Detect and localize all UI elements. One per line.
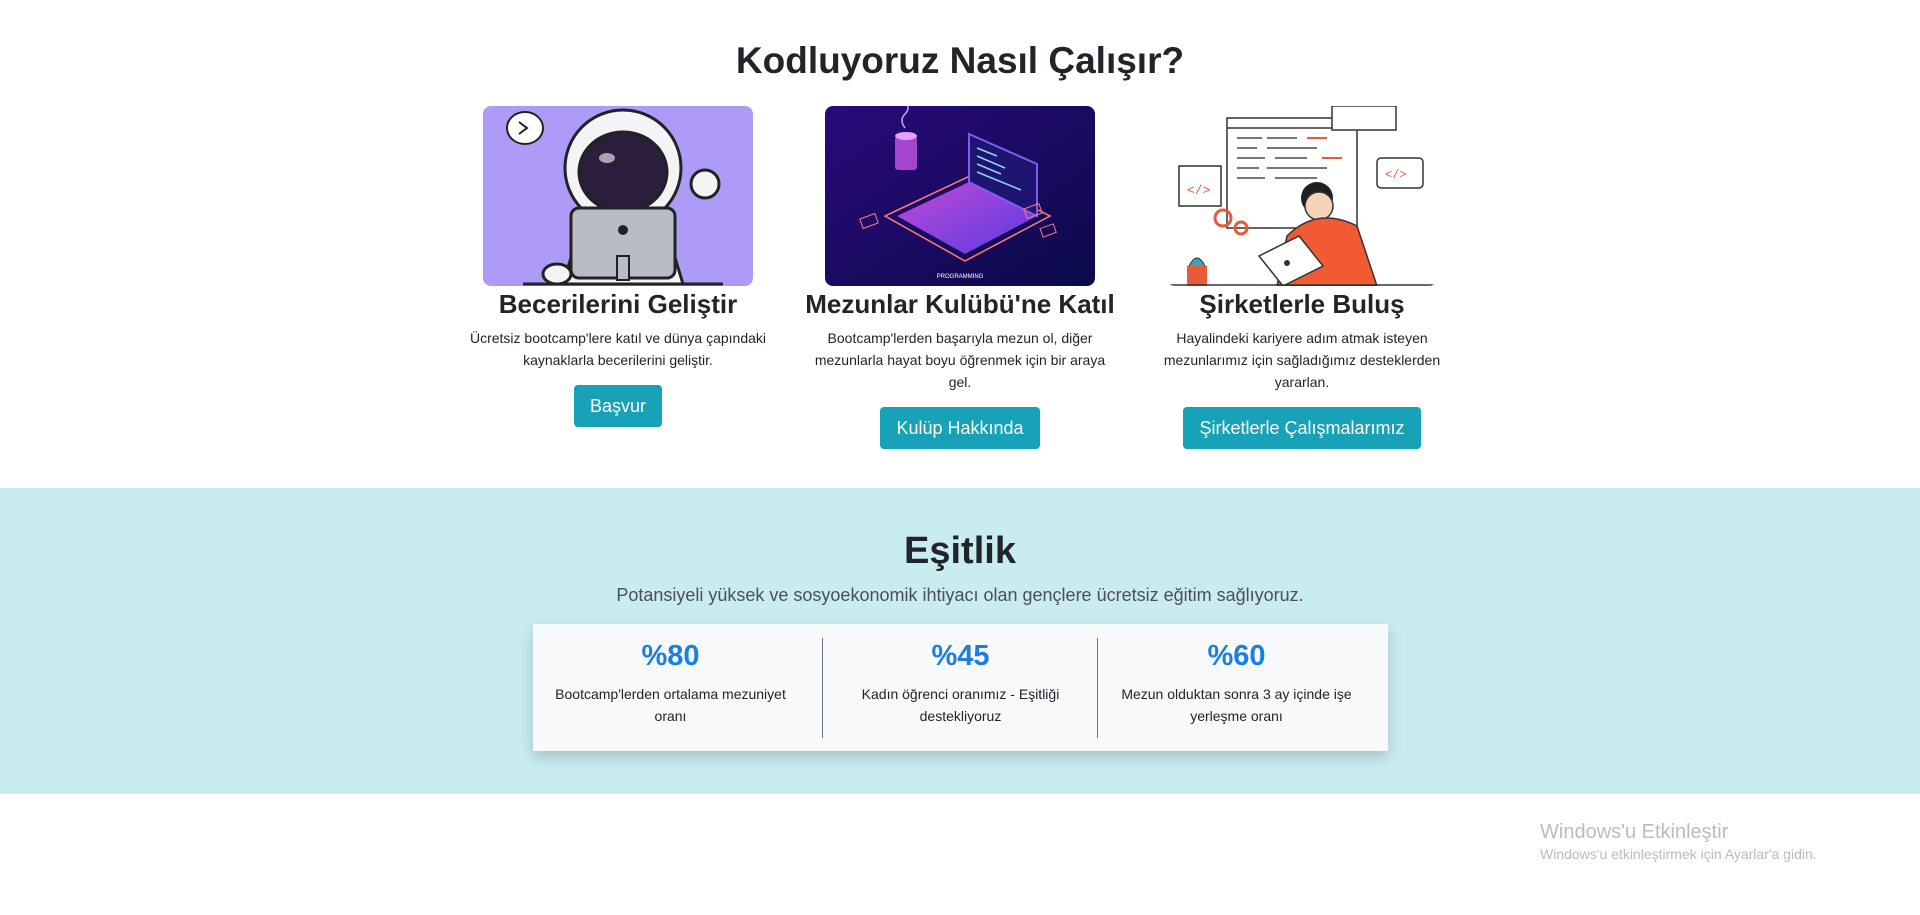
card-skills: Becerilerini Geliştir Ücretsiz bootcamp'…: [463, 106, 773, 427]
card-text: Ücretsiz bootcamp'lere katıl ve dünya ça…: [469, 330, 767, 368]
svg-text:</>: </>: [1385, 168, 1407, 182]
stat-employment: %60 Mezun olduktan sonra 3 ay içinde işe…: [1099, 624, 1374, 751]
stats-panel: %80 Bootcamp'lerden ortalama mezuniyet o…: [533, 624, 1388, 751]
card-title: Şirketlerle Buluş: [1199, 289, 1405, 319]
how-it-works-section: Kodluyoruz Nasıl Çalışır? Becerilerini G…: [0, 0, 1920, 488]
astronaut-illustration: [483, 106, 753, 286]
section-title: Kodluyoruz Nasıl Çalışır?: [735, 40, 1185, 81]
card-text: Bootcamp'lerden başarıyla mezun ol, diğe…: [814, 330, 1106, 390]
svg-text:</>: </>: [1187, 183, 1211, 198]
stat-label: Bootcamp'lerden ortalama mezuniyet oranı: [555, 686, 786, 724]
windows-activation-watermark: Windows'u Etkinleştir Windows'u etkinleş…: [1540, 821, 1817, 862]
stat-label: Mezun olduktan sonra 3 ay içinde işe yer…: [1121, 686, 1352, 724]
card-alumni: PROGRAMMING Mezunlar Kulübü'ne Katıl Boo…: [805, 106, 1115, 449]
apply-button[interactable]: Başvur: [573, 385, 663, 427]
watermark-title: Windows'u Etkinleştir: [1540, 821, 1729, 843]
card-text: Hayalindeki kariyere adım atmak isteyen …: [1163, 330, 1441, 390]
card-title: Becerilerini Geliştir: [498, 289, 738, 319]
image-caption: PROGRAMMING: [937, 274, 984, 280]
card-companies: </> </> Şirketlerle Buluş Hayalindeki ka…: [1147, 106, 1457, 449]
equality-title: Eşitlik: [904, 530, 1016, 572]
laptop-illustration: PROGRAMMING: [825, 106, 1095, 286]
about-club-button[interactable]: Kulüp Hakkında: [880, 407, 1040, 449]
stat-label: Kadın öğrenci oranımız - Eşitliği destek…: [861, 686, 1060, 724]
stat-value: %45: [931, 640, 990, 672]
watermark-subtitle: Windows'u etkinleştirmek için Ayarlar'a …: [1540, 846, 1817, 862]
stat-value: %60: [1207, 640, 1266, 672]
stat-graduation: %80 Bootcamp'lerden ortalama mezuniyet o…: [533, 624, 808, 751]
company-work-button[interactable]: Şirketlerle Çalışmalarımız: [1183, 407, 1421, 449]
stat-women: %45 Kadın öğrenci oranımız - Eşitliği de…: [823, 624, 1098, 751]
stat-value: %80: [641, 640, 700, 672]
equality-subtitle: Potansiyeli yüksek ve sosyoekonomik ihti…: [616, 585, 1304, 605]
equality-section: Eşitlik Potansiyeli yüksek ve sosyoekono…: [0, 488, 1920, 794]
developer-illustration: </> </>: [1167, 106, 1437, 286]
card-title: Mezunlar Kulübü'ne Katıl: [805, 289, 1115, 319]
divider: [1097, 638, 1098, 738]
